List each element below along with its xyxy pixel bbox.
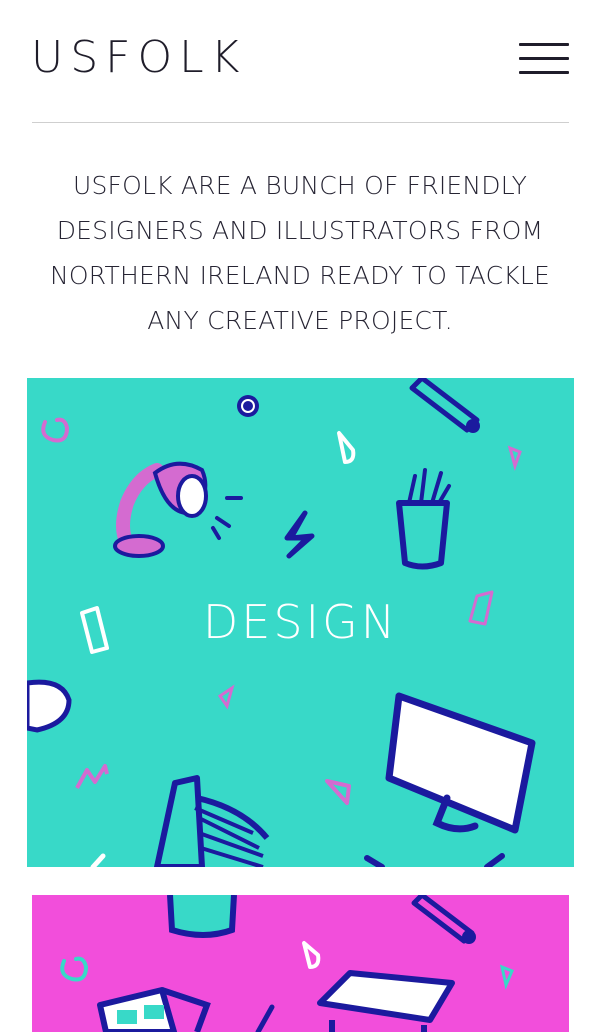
cone-icon bbox=[325, 779, 351, 805]
illustration-artwork bbox=[60, 895, 514, 1032]
card-title-design: DESIGN bbox=[202, 595, 399, 649]
ball-icon bbox=[237, 395, 259, 417]
menu-bar bbox=[519, 71, 569, 74]
gem-icon bbox=[507, 445, 522, 471]
monitor-icon bbox=[385, 692, 536, 834]
magnet-icon bbox=[60, 956, 89, 982]
intro-text: USFOLK ARE A BUNCH OF FRIENDLY DESIGNERS… bbox=[49, 171, 551, 335]
cone-icon bbox=[337, 431, 356, 464]
menu-bar bbox=[519, 57, 569, 60]
cone-icon bbox=[302, 941, 321, 969]
header-divider bbox=[32, 122, 569, 123]
zigzag-icon bbox=[75, 764, 109, 789]
cup-icon bbox=[167, 895, 237, 938]
pencil-icon bbox=[411, 895, 476, 944]
lightning-icon bbox=[284, 510, 315, 559]
drawing-table-icon bbox=[317, 970, 455, 1032]
pencil-cup-icon bbox=[396, 468, 451, 570]
lightning-icon bbox=[255, 1004, 275, 1032]
illustration-card[interactable] bbox=[32, 895, 569, 1032]
menu-bar bbox=[519, 43, 569, 46]
gem-icon bbox=[499, 964, 514, 990]
color-swatch-icon bbox=[154, 775, 270, 867]
usfolk-logo[interactable]: USFOLK bbox=[31, 34, 246, 82]
site-header: USFOLK bbox=[0, 0, 600, 123]
pencil-icon bbox=[409, 378, 480, 433]
hamburger-menu-icon[interactable] bbox=[519, 43, 569, 75]
magnet-icon bbox=[41, 417, 70, 443]
3d-glasses-icon bbox=[97, 987, 211, 1032]
blob-icon bbox=[27, 679, 72, 733]
design-card[interactable]: DESIGN bbox=[27, 378, 574, 867]
desk-lamp-icon bbox=[113, 461, 243, 558]
plane-icon bbox=[217, 684, 235, 710]
